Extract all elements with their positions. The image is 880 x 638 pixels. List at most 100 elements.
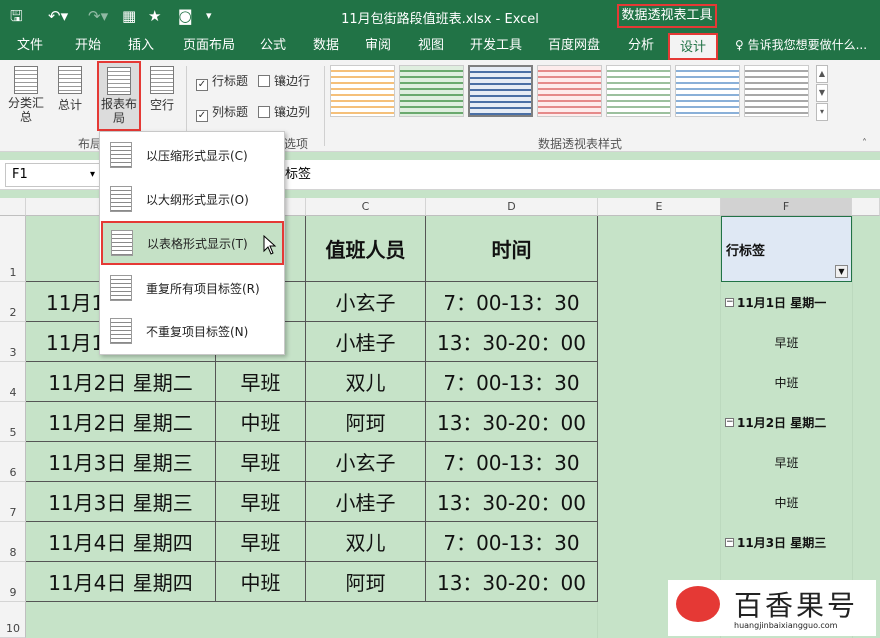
- grand-totals-label: 总计: [57, 98, 82, 112]
- table-cell[interactable]: 11月2日 星期二: [26, 362, 216, 402]
- blank-rows-button[interactable]: 空行: [146, 66, 178, 113]
- row-header[interactable]: 7: [0, 482, 26, 522]
- tab-developer[interactable]: 开发工具: [465, 33, 527, 60]
- collapse-icon[interactable]: −: [725, 297, 734, 307]
- select-all-corner[interactable]: [0, 198, 26, 216]
- subtotals-button[interactable]: 分类汇总: [6, 66, 46, 124]
- banded-columns-checkbox[interactable]: 镶边列: [258, 103, 310, 120]
- table-cell[interactable]: 中班: [216, 562, 306, 602]
- pivot-group-row[interactable]: −11月1日 星期一: [721, 282, 852, 322]
- table-cell[interactable]: 小玄子: [306, 282, 426, 322]
- table-header-cell[interactable]: 时间: [426, 216, 598, 282]
- table-cell[interactable]: 13：30-20：00: [426, 322, 598, 362]
- column-headers-checkbox[interactable]: ✓ 列标题: [196, 103, 248, 122]
- style-swatch[interactable]: [606, 65, 671, 117]
- pivot-row-labels-header[interactable]: 行标签 ▼: [721, 216, 852, 282]
- row-header[interactable]: 4: [0, 362, 26, 402]
- menu-item-compact-form[interactable]: 以压缩形式显示(C): [102, 134, 282, 176]
- tab-formulas[interactable]: 公式: [250, 33, 296, 60]
- pivot-item-row[interactable]: 早班: [721, 322, 852, 362]
- row-header[interactable]: 2: [0, 282, 26, 322]
- tab-file[interactable]: 文件: [5, 33, 55, 60]
- tab-design[interactable]: 设计: [668, 33, 718, 60]
- menu-item-outline-form[interactable]: 以大纲形式显示(O): [102, 178, 282, 220]
- column-header-e[interactable]: E: [598, 198, 721, 216]
- table-cell[interactable]: 11月3日 星期三: [26, 482, 216, 522]
- style-swatch[interactable]: [675, 65, 740, 117]
- style-swatch[interactable]: [399, 65, 464, 117]
- menu-item-no-repeat-labels[interactable]: 不重复项目标签(N): [102, 310, 282, 352]
- row-header[interactable]: 10: [0, 602, 26, 638]
- table-cell[interactable]: 双儿: [306, 362, 426, 402]
- row-header[interactable]: 6: [0, 442, 26, 482]
- row-header[interactable]: 9: [0, 562, 26, 602]
- table-cell[interactable]: 13：30-20：00: [426, 402, 598, 442]
- table-cell[interactable]: 早班: [216, 482, 306, 522]
- row-header[interactable]: 3: [0, 322, 26, 362]
- tab-analyze[interactable]: 分析: [618, 33, 664, 60]
- table-cell[interactable]: 11月3日 星期三: [26, 442, 216, 482]
- name-box[interactable]: F1 ▾: [5, 163, 100, 187]
- table-cell[interactable]: 中班: [216, 402, 306, 442]
- table-cell[interactable]: 双儿: [306, 522, 426, 562]
- gallery-down-icon[interactable]: ▼: [816, 84, 828, 102]
- table-cell[interactable]: 7：00-13：30: [426, 522, 598, 562]
- table-cell[interactable]: 13：30-20：00: [426, 562, 598, 602]
- table-cell[interactable]: 11月2日 星期二: [26, 402, 216, 442]
- table-cell[interactable]: 7：00-13：30: [426, 362, 598, 402]
- row-header[interactable]: 1: [0, 216, 26, 282]
- report-layout-button[interactable]: 报表布局: [97, 61, 141, 131]
- table-cell[interactable]: 阿珂: [306, 562, 426, 602]
- table-cell[interactable]: 早班: [216, 442, 306, 482]
- tell-me-box[interactable]: ♀ 告诉我您想要做什么...: [735, 33, 867, 58]
- filter-dropdown-icon[interactable]: ▼: [835, 265, 848, 278]
- table-cell[interactable]: 小桂子: [306, 322, 426, 362]
- table-cell[interactable]: 11月4日 星期四: [26, 562, 216, 602]
- gallery-up-icon[interactable]: ▲: [816, 65, 828, 83]
- tab-page-layout[interactable]: 页面布局: [178, 33, 240, 60]
- menu-item-tabular-form[interactable]: 以表格形式显示(T): [101, 221, 284, 265]
- pivot-group-row[interactable]: −11月3日 星期三: [721, 522, 852, 562]
- style-swatch[interactable]: [330, 65, 395, 117]
- pivot-item-row[interactable]: 中班: [721, 482, 852, 522]
- pivot-item-row[interactable]: 中班: [721, 362, 852, 402]
- column-header-d[interactable]: D: [426, 198, 598, 216]
- formula-content[interactable]: 标签: [285, 163, 311, 187]
- table-cell[interactable]: 早班: [216, 522, 306, 562]
- name-box-dropdown-icon[interactable]: ▾: [90, 164, 95, 186]
- tab-insert[interactable]: 插入: [116, 33, 166, 60]
- gallery-more-icon[interactable]: ▾: [816, 103, 828, 121]
- blank-rows-icon: [150, 66, 174, 94]
- table-cell[interactable]: 11月4日 星期四: [26, 522, 216, 562]
- style-swatch[interactable]: [744, 65, 809, 117]
- collapse-ribbon-icon[interactable]: ˄: [862, 138, 867, 149]
- menu-item-repeat-labels[interactable]: 重复所有项目标签(R): [102, 267, 282, 309]
- collapse-icon[interactable]: −: [725, 537, 734, 547]
- report-layout-icon: [107, 67, 131, 95]
- banded-rows-checkbox[interactable]: 镶边行: [258, 72, 310, 89]
- table-header-cell[interactable]: 值班人员: [306, 216, 426, 282]
- table-cell[interactable]: 小桂子: [306, 482, 426, 522]
- style-swatch[interactable]: [537, 65, 602, 117]
- column-header-f[interactable]: F: [721, 198, 852, 216]
- collapse-icon[interactable]: −: [725, 417, 734, 427]
- pivot-item-row[interactable]: 早班: [721, 442, 852, 482]
- row-header[interactable]: 5: [0, 402, 26, 442]
- table-cell[interactable]: 阿珂: [306, 402, 426, 442]
- tab-data[interactable]: 数据: [303, 33, 349, 60]
- table-cell[interactable]: 7：00-13：30: [426, 282, 598, 322]
- table-cell[interactable]: 13：30-20：00: [426, 482, 598, 522]
- table-cell[interactable]: 早班: [216, 362, 306, 402]
- row-header[interactable]: 8: [0, 522, 26, 562]
- tab-home[interactable]: 开始: [63, 33, 113, 60]
- column-header-c[interactable]: C: [306, 198, 426, 216]
- pivot-group-row[interactable]: −11月2日 星期二: [721, 402, 852, 442]
- tab-baidu-netdisk[interactable]: 百度网盘: [542, 33, 606, 60]
- row-headers-checkbox[interactable]: ✓ 行标题: [196, 72, 248, 91]
- table-cell[interactable]: 7：00-13：30: [426, 442, 598, 482]
- style-swatch-selected[interactable]: [468, 65, 533, 117]
- tab-review[interactable]: 审阅: [355, 33, 401, 60]
- table-cell[interactable]: 小玄子: [306, 442, 426, 482]
- grand-totals-button[interactable]: 总计: [52, 66, 88, 113]
- tab-view[interactable]: 视图: [408, 33, 454, 60]
